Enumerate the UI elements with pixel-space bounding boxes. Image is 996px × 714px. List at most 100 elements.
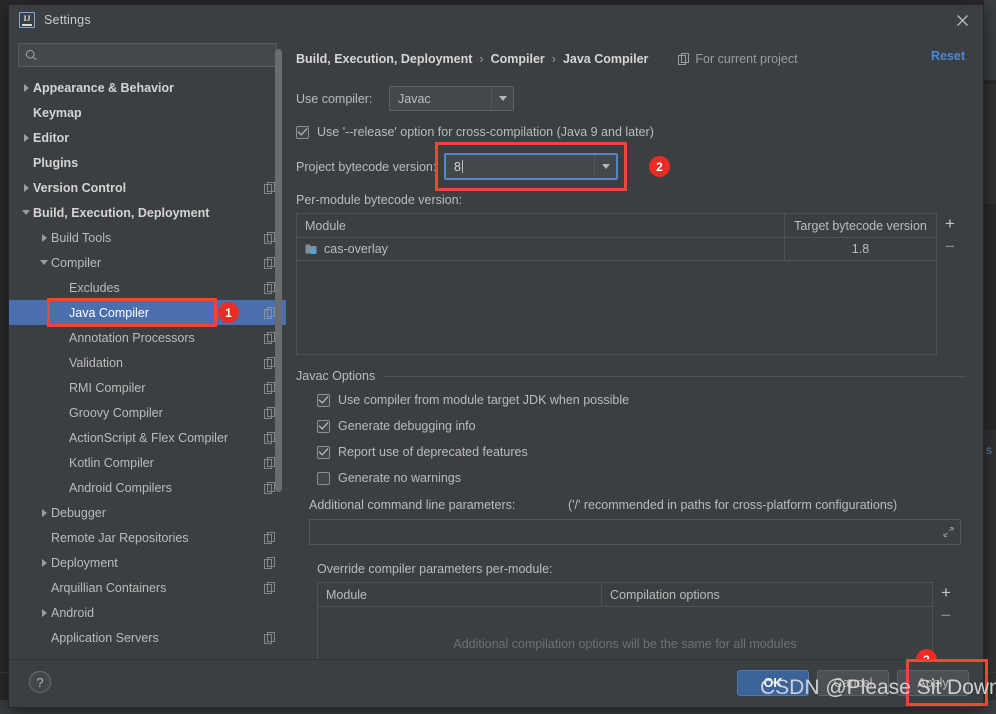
table-cell-module: cas-overlay [324,242,388,256]
apply-button[interactable]: Apply [897,670,969,696]
bg-panel-mid [984,206,996,426]
close-icon[interactable] [951,9,973,31]
chevron-right-icon[interactable] [37,508,51,517]
release-option-checkbox-row[interactable]: Use '--release' option for cross-compila… [296,125,965,139]
override-table-empty-message: Additional compilation options will be t… [453,637,797,651]
settings-dialog: Settings Appearance & BehaviorKeymapEd [8,4,984,708]
dialog-button-row: OK Cancel Apply [737,670,969,696]
javac-option-row-0[interactable]: Use compiler from module target JDK when… [317,393,965,407]
javac-option-label: Report use of deprecated features [338,445,528,459]
expand-icon[interactable] [943,526,954,538]
project-bytecode-value-wrap: 8 [446,159,594,174]
project-scope-icon [264,531,276,544]
sidebar-item-java-compiler[interactable]: Java Compiler [9,300,286,325]
chevron-down-icon[interactable] [37,260,51,265]
javac-option-row-1[interactable]: Generate debugging info [317,419,965,433]
sidebar-item-label: ActionScript & Flex Compiler [69,430,229,445]
annotation-badge-1: 1 [218,302,239,323]
settings-tree: Appearance & Behavior Keymap Editor Plugins… [9,73,286,659]
search-input[interactable] [42,48,270,62]
sidebar-item-arquillian-containers[interactable]: Arquillian Containers [9,575,286,600]
javac-options-group-header: Javac Options [296,369,966,383]
sidebar-item-label: Version Control [33,180,127,195]
add-override-button[interactable]: + [941,584,951,601]
javac-option-checkbox-1[interactable] [317,419,330,433]
chevron-right-icon[interactable] [19,83,33,92]
javac-option-label: Use compiler from module target JDK when… [338,393,630,407]
search-box[interactable] [18,43,277,67]
text-caret [461,159,463,173]
use-compiler-select[interactable]: Javac [389,86,514,111]
project-bytecode-select[interactable]: 8 [444,153,618,180]
sidebar-item-editor[interactable]: Editor [9,125,286,150]
sidebar-item-rmi-compiler[interactable]: RMI Compiler [9,375,286,400]
bg-panel-top [984,0,996,80]
sidebar-item-label: Arquillian Containers [51,580,167,595]
sidebar-item-validation[interactable]: Validation [9,350,286,375]
help-button[interactable]: ? [29,671,51,693]
add-module-button[interactable]: + [945,215,955,232]
chevron-down-icon[interactable] [19,210,33,215]
chevron-right-icon[interactable] [37,608,51,617]
sidebar-item-groovy-compiler[interactable]: Groovy Compiler [9,400,286,425]
remove-override-button[interactable]: − [941,607,951,624]
use-compiler-label: Use compiler: [296,91,373,106]
chevron-right-icon[interactable] [37,558,51,567]
chevron-down-icon[interactable] [594,155,616,178]
column-header-module[interactable]: Module [297,214,784,237]
cancel-button[interactable]: Cancel [817,670,889,696]
sidebar-item-kotlin-compiler[interactable]: Kotlin Compiler [9,450,286,475]
column-header-compilation-options[interactable]: Compilation options [601,583,932,606]
sidebar-item-compiler[interactable]: Compiler [9,250,286,275]
sidebar-item-excludes[interactable]: Excludes [9,275,286,300]
override-table-toolbar: + − [933,582,959,659]
sidebar-item-keymap[interactable]: Keymap [9,100,286,125]
additional-params-input[interactable] [309,519,961,545]
sidebar-item-label: Remote Jar Repositories [51,530,189,545]
table-row[interactable]: cas-overlay 1.8 [297,238,936,261]
javac-option-checkbox-2[interactable] [317,445,330,459]
sidebar-item-version-control[interactable]: Version Control [9,175,286,200]
javac-options-checkbox-list: Use compiler from module target JDK when… [296,393,965,485]
reset-link[interactable]: Reset [931,49,965,63]
javac-option-checkbox-3[interactable] [317,471,330,485]
javac-option-row-3[interactable]: Generate no warnings [317,471,965,485]
breadcrumb-part-2[interactable]: Compiler [491,52,545,66]
sidebar-scrollbar-thumb[interactable] [275,49,282,492]
sidebar-item-label: Annotation Processors [69,330,195,345]
sidebar-item-application-servers[interactable]: Application Servers [9,625,286,650]
javac-option-row-2[interactable]: Report use of deprecated features [317,445,965,459]
sidebar-item-android[interactable]: Android [9,600,286,625]
sidebar-item-label: Kotlin Compiler [69,455,154,470]
per-module-bytecode-label: Per-module bytecode version: [296,193,463,207]
sidebar-item-actionscript-flex-compiler[interactable]: ActionScript & Flex Compiler [9,425,286,450]
javac-option-checkbox-0[interactable] [317,393,330,407]
column-header-module[interactable]: Module [318,583,601,606]
ok-button[interactable]: OK [737,670,809,696]
sidebar-item-label: Groovy Compiler [69,405,163,420]
chevron-right-icon[interactable] [37,233,51,242]
override-table-header: Module Compilation options [318,583,932,607]
column-header-target-bytecode[interactable]: Target bytecode version [784,214,936,237]
table-cell-target-bytecode[interactable]: 1.8 [784,238,936,260]
sidebar-item-remote-jar-repositories[interactable]: Remote Jar Repositories [9,525,286,550]
sidebar-item-annotation-processors[interactable]: Annotation Processors [9,325,286,350]
sidebar-item-debugger[interactable]: Debugger [9,500,286,525]
project-bytecode-row: Project bytecode version: 8 [296,153,965,180]
sidebar-item-deployment[interactable]: Deployment [9,550,286,575]
sidebar-item-android-compilers[interactable]: Android Compilers [9,475,286,500]
sidebar-item-label: Editor [33,130,70,145]
breadcrumb-part-3: Java Compiler [562,52,649,66]
sidebar-item-label: Build, Execution, Deployment [33,205,210,220]
dialog-title: Settings [44,13,91,27]
sidebar-item-build-execution-deployment[interactable]: Build, Execution, Deployment [9,200,286,225]
release-option-checkbox[interactable] [296,125,309,139]
chevron-right-icon[interactable] [19,183,33,192]
remove-module-button[interactable]: − [945,238,955,255]
sidebar-item-plugins[interactable]: Plugins [9,150,286,175]
sidebar-item-appearance-behavior[interactable]: Appearance & Behavior [9,75,286,100]
chevron-right-icon[interactable] [19,133,33,142]
sidebar-item-build-tools[interactable]: Build Tools [9,225,286,250]
sidebar-item-label: Build Tools [51,230,112,245]
breadcrumb-part-1[interactable]: Build, Execution, Deployment [296,52,472,66]
